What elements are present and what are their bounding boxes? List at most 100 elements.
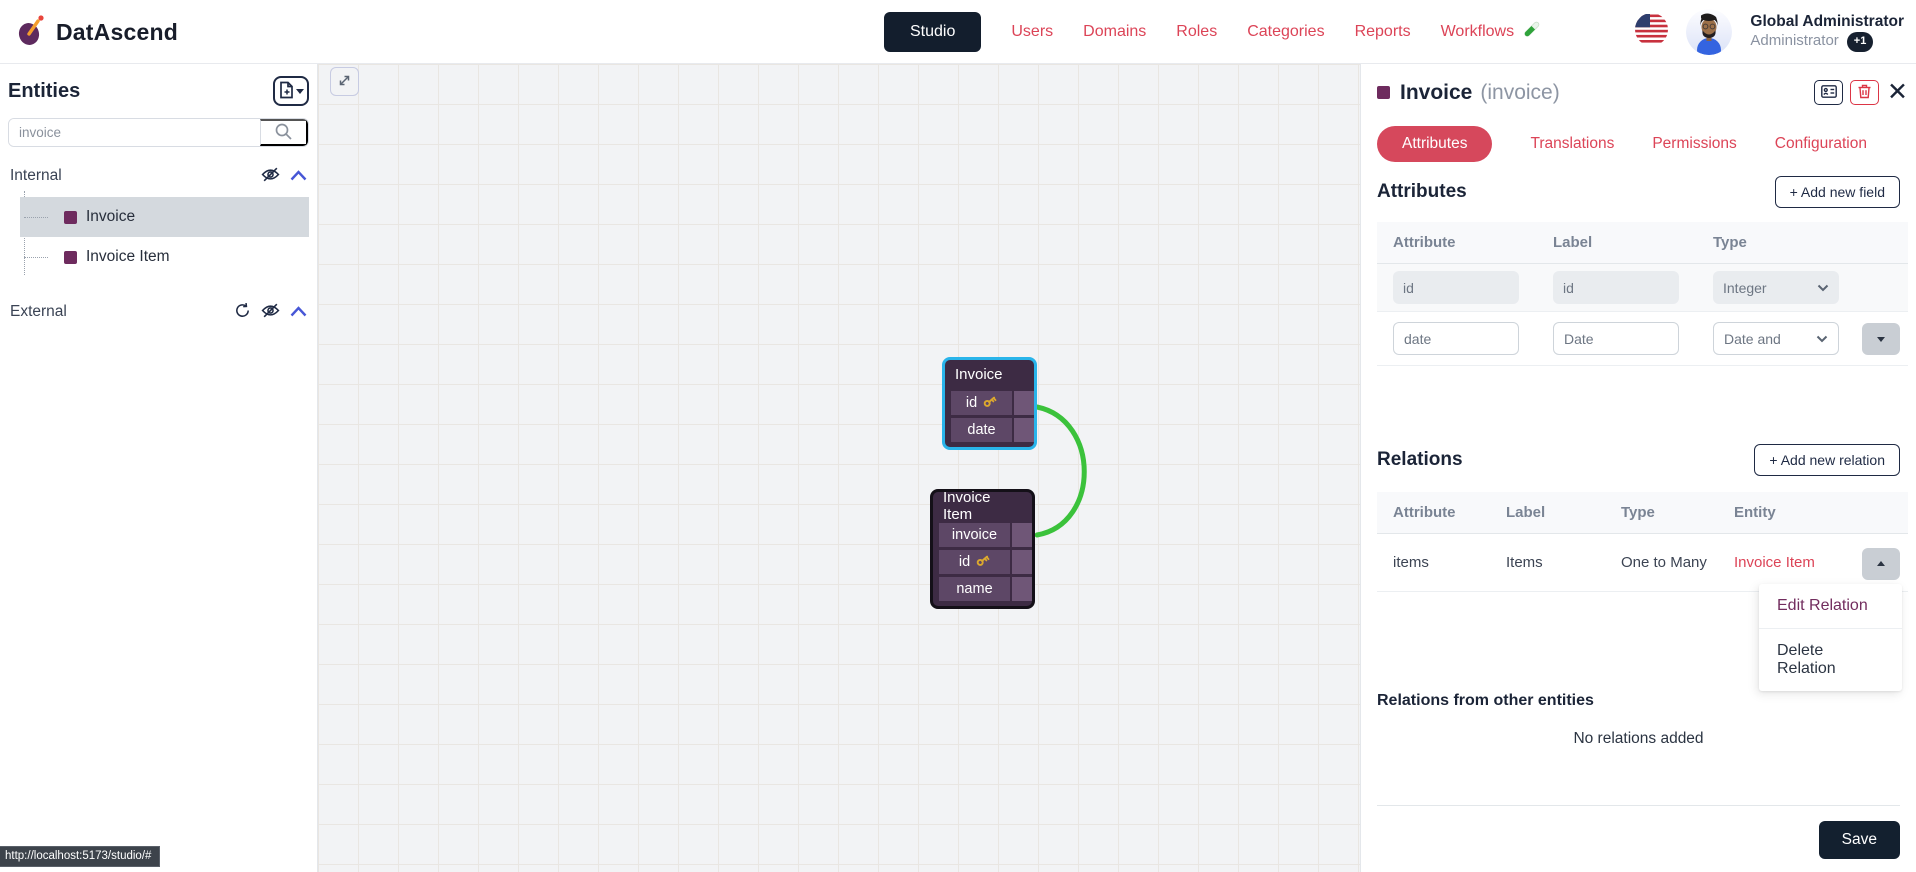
tree-item-invoice[interactable]: Invoice bbox=[20, 197, 309, 237]
relation-entity-link[interactable]: Invoice Item bbox=[1734, 554, 1815, 571]
col-type: Type bbox=[1621, 504, 1655, 521]
internal-entity-tree: Invoice Invoice Item bbox=[8, 191, 309, 277]
nav-users[interactable]: Users bbox=[1011, 23, 1053, 41]
attribute-label-input[interactable] bbox=[1553, 322, 1679, 355]
external-collapse-button[interactable] bbox=[290, 305, 307, 320]
relation-actions-menu: Edit Relation Delete Relation bbox=[1759, 584, 1902, 691]
chevron-down-icon bbox=[1817, 284, 1829, 291]
relation-attribute: items bbox=[1393, 554, 1429, 571]
attribute-row-id: Integer bbox=[1377, 264, 1908, 312]
menu-item-delete-relation[interactable]: Delete Relation bbox=[1759, 628, 1902, 691]
us-flag-icon[interactable] bbox=[1635, 13, 1669, 51]
entity-square-icon bbox=[64, 250, 77, 264]
save-button[interactable]: Save bbox=[1818, 821, 1900, 859]
relations-table: Attribute Label Type Entity items Items … bbox=[1377, 492, 1908, 592]
search-button[interactable] bbox=[260, 119, 308, 146]
key-icon bbox=[975, 553, 990, 572]
entity-search-input[interactable] bbox=[9, 119, 260, 146]
avatar[interactable] bbox=[1686, 9, 1733, 55]
external-visibility-button[interactable] bbox=[261, 301, 280, 323]
attribute-type-select[interactable]: Date and bbox=[1713, 322, 1839, 355]
external-refresh-button[interactable] bbox=[234, 302, 251, 322]
caret-up-icon bbox=[1877, 557, 1885, 566]
nav-reports[interactable]: Reports bbox=[1355, 23, 1411, 41]
trash-icon bbox=[1858, 84, 1871, 102]
tab-permissions[interactable]: Permissions bbox=[1652, 135, 1736, 153]
diagram-canvas[interactable]: Invoice id date Invoice Item invoice id … bbox=[318, 64, 1360, 872]
relation-edge bbox=[1034, 404, 1087, 538]
user-name: Global Administrator bbox=[1750, 13, 1904, 31]
attribute-name-input[interactable] bbox=[1393, 322, 1519, 355]
panel-divider bbox=[1377, 805, 1900, 806]
expand-icon bbox=[337, 73, 352, 91]
attribute-actions-button[interactable] bbox=[1862, 323, 1900, 355]
menu-item-edit-relation[interactable]: Edit Relation bbox=[1759, 584, 1902, 628]
test-tube-icon bbox=[1521, 19, 1542, 45]
tree-item-invoice-item[interactable]: Invoice Item bbox=[20, 237, 309, 277]
relations-heading: Relations bbox=[1377, 449, 1463, 470]
entity-square-icon bbox=[64, 210, 77, 224]
other-relations-heading: Relations from other entities bbox=[1377, 692, 1594, 709]
internal-collapse-button[interactable] bbox=[290, 169, 307, 184]
node-field-id[interactable]: id bbox=[939, 550, 1032, 574]
entity-search bbox=[8, 118, 309, 147]
node-invoice-item[interactable]: Invoice Item invoice id name bbox=[930, 489, 1035, 609]
new-entity-button[interactable] bbox=[273, 76, 309, 106]
connection-handle[interactable] bbox=[1012, 550, 1032, 574]
nav-roles[interactable]: Roles bbox=[1176, 23, 1217, 41]
node-field-name[interactable]: name bbox=[939, 577, 1032, 601]
nav-studio[interactable]: Studio bbox=[884, 12, 982, 52]
eye-off-icon bbox=[261, 165, 280, 187]
entity-card-button[interactable] bbox=[1814, 80, 1844, 105]
nav-workflows[interactable]: Workflows bbox=[1441, 19, 1543, 45]
attribute-name-input[interactable] bbox=[1393, 271, 1519, 304]
col-attribute: Attribute bbox=[1393, 234, 1456, 251]
main-nav: Studio Users Domains Roles Categories Re… bbox=[884, 0, 1542, 64]
user-role: Administrator bbox=[1750, 32, 1839, 50]
connection-handle[interactable] bbox=[1012, 523, 1032, 547]
key-icon bbox=[982, 394, 997, 413]
refresh-icon bbox=[234, 302, 251, 322]
tab-configuration[interactable]: Configuration bbox=[1775, 135, 1867, 153]
close-icon[interactable]: ✕ bbox=[1887, 80, 1908, 105]
gauge-logo-icon bbox=[16, 13, 46, 52]
user-role-count-badge: +1 bbox=[1846, 31, 1874, 52]
attributes-table: Attribute Label Type Integer bbox=[1377, 222, 1908, 366]
panel-title: Invoice bbox=[1400, 80, 1473, 104]
connection-handle[interactable] bbox=[1012, 577, 1032, 601]
connection-handle[interactable] bbox=[1014, 418, 1034, 442]
add-field-button[interactable]: + Add new field bbox=[1774, 176, 1900, 208]
chevron-down-icon bbox=[296, 89, 304, 98]
node-field-invoice[interactable]: invoice bbox=[939, 523, 1032, 547]
attributes-heading: Attributes bbox=[1377, 181, 1467, 202]
node-invoice[interactable]: Invoice id date bbox=[942, 357, 1037, 450]
entity-detail-panel: Invoice (invoice) ✕ Attributes Translati… bbox=[1360, 64, 1916, 872]
nav-right: Global Administrator Administrator +1 bbox=[1635, 0, 1904, 64]
tab-translations[interactable]: Translations bbox=[1530, 135, 1614, 153]
connection-handle[interactable] bbox=[1014, 391, 1034, 415]
attribute-type-select[interactable]: Integer bbox=[1713, 271, 1839, 304]
node-field-date[interactable]: date bbox=[951, 418, 1034, 442]
fullscreen-button[interactable] bbox=[330, 67, 359, 96]
chevron-up-icon bbox=[290, 305, 307, 320]
node-field-id[interactable]: id bbox=[951, 391, 1034, 415]
section-internal-label: Internal bbox=[10, 167, 62, 184]
attribute-row-date: Date and bbox=[1377, 312, 1908, 366]
delete-entity-button[interactable] bbox=[1850, 80, 1880, 105]
node-invoice-title: Invoice bbox=[955, 365, 1003, 383]
caret-down-icon bbox=[1877, 337, 1885, 346]
panel-tabs: Attributes Translations Permissions Conf… bbox=[1377, 126, 1908, 162]
col-label: Label bbox=[1506, 504, 1546, 521]
relation-actions-button[interactable] bbox=[1862, 548, 1900, 580]
nav-categories[interactable]: Categories bbox=[1247, 23, 1324, 41]
user-block[interactable]: Global Administrator Administrator +1 bbox=[1750, 12, 1904, 52]
col-entity: Entity bbox=[1734, 504, 1776, 521]
entities-sidebar: Entities invoice Internal Invoice Invoic… bbox=[0, 64, 318, 872]
relation-type: One to Many bbox=[1621, 554, 1707, 571]
tab-attributes[interactable]: Attributes bbox=[1377, 126, 1493, 162]
add-relation-button[interactable]: + Add new relation bbox=[1754, 444, 1900, 476]
id-card-icon bbox=[1820, 84, 1837, 101]
internal-visibility-button[interactable] bbox=[261, 165, 280, 187]
nav-domains[interactable]: Domains bbox=[1083, 23, 1146, 41]
attribute-label-input[interactable] bbox=[1553, 271, 1679, 304]
